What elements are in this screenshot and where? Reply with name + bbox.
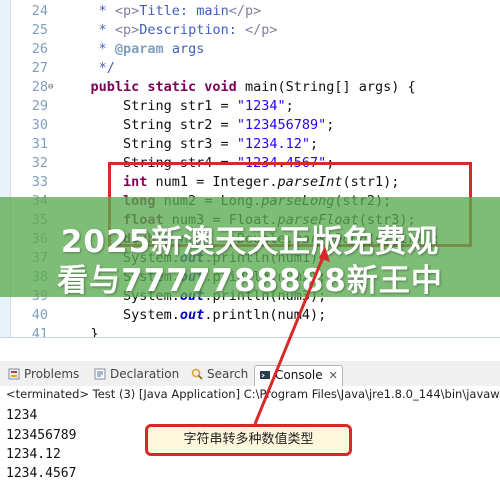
code-line[interactable]: 30 String str2 = "123456789"; xyxy=(10,116,500,135)
code-token: * xyxy=(58,22,115,38)
code-token: public static void xyxy=(58,79,245,95)
code-token: * xyxy=(58,3,115,19)
fold-icon[interactable]: ⊖ xyxy=(48,78,53,97)
console-icon xyxy=(259,368,271,380)
tab-console-label: Console xyxy=(275,368,323,382)
console-output-line: 1234 xyxy=(6,408,38,423)
code-token: "123456789" xyxy=(236,117,327,133)
code-token: Title: main xyxy=(139,3,229,19)
code-line[interactable]: 26 * @param args xyxy=(10,40,500,59)
code-text: String str1 = "1234"; xyxy=(58,97,294,116)
code-token: main(String[] args) { xyxy=(244,79,416,95)
code-text: String str3 = "1234.12"; xyxy=(58,135,318,154)
code-token: ; xyxy=(285,98,294,114)
tab-declaration[interactable]: Declaration xyxy=(94,365,179,386)
line-number: 33 xyxy=(31,174,48,190)
search-icon xyxy=(191,367,203,380)
code-line[interactable]: 28 ⊖ public static void main(String[] arg… xyxy=(10,78,500,97)
code-text: * <p>Description: </p> xyxy=(58,21,278,40)
code-line[interactable]: 27 */ xyxy=(10,59,500,78)
line-number: 24 xyxy=(31,3,48,19)
tab-search-label: Search xyxy=(207,367,249,381)
code-token: String str3 = xyxy=(58,136,237,152)
code-token: String str2 = xyxy=(58,117,237,133)
code-token: out xyxy=(179,307,205,323)
code-token: <p> xyxy=(114,22,140,38)
close-icon[interactable]: ✕ xyxy=(329,369,338,382)
line-number: 31 xyxy=(31,136,48,152)
code-token: ; xyxy=(309,136,319,152)
line-number: 40 xyxy=(31,307,48,323)
code-token: * xyxy=(58,41,115,57)
code-line[interactable]: 40 System.out.println(num4); xyxy=(10,306,500,325)
code-token: "1234.12" xyxy=(236,136,310,152)
code-token: System. xyxy=(58,307,180,323)
code-token: <p> xyxy=(114,3,140,19)
panel-separator xyxy=(0,337,500,362)
annotation-callout: 字符串转多种数值类型 xyxy=(145,424,352,456)
watermark-line-2: 看与7777788888新王中 xyxy=(57,263,443,299)
code-text: * @param args xyxy=(58,40,205,59)
tab-declaration-label: Declaration xyxy=(110,367,180,381)
line-number: 32 xyxy=(31,155,48,171)
console-output-line: 1234.12 xyxy=(6,447,61,462)
code-token: @param xyxy=(114,41,164,57)
problems-icon xyxy=(8,367,20,380)
code-token: String str1 = xyxy=(58,98,237,114)
code-token: </p> xyxy=(228,3,262,19)
code-text: * <p>Title: main</p> xyxy=(58,2,262,21)
code-text: String str2 = "123456789"; xyxy=(58,116,334,135)
code-token: Description: xyxy=(139,22,245,38)
code-token: args xyxy=(163,41,205,57)
code-token: "1234" xyxy=(236,98,286,114)
code-line[interactable]: 31 String str3 = "1234.12"; xyxy=(10,135,500,154)
console-terminated-label: <terminated> Test (3) [Java Application]… xyxy=(6,387,500,401)
code-text: public static void main(String[] args) { xyxy=(58,78,416,97)
code-line[interactable]: 25 * <p>Description: </p> xyxy=(10,21,500,40)
code-token: </p> xyxy=(244,22,278,38)
line-number: 26 xyxy=(31,41,48,57)
code-token: ; xyxy=(326,117,335,133)
line-number: 25 xyxy=(31,22,48,38)
declaration-icon xyxy=(94,367,106,380)
code-text: */ xyxy=(58,59,115,78)
console-output-line: 123456789 xyxy=(6,428,77,443)
console-output-line: 1234.4567 xyxy=(6,466,77,481)
views-tab-bar: Problems Declaration Search Console ✕ xyxy=(0,361,500,387)
code-text: System.out.println(num4); xyxy=(58,306,326,325)
code-token: .println(num4); xyxy=(204,307,327,323)
line-number: 29 xyxy=(31,98,48,114)
code-token: */ xyxy=(58,60,115,76)
line-number: 28 xyxy=(31,79,48,95)
code-line[interactable]: 24 * <p>Title: main</p> xyxy=(10,2,500,21)
line-number: 30 xyxy=(31,117,48,133)
tab-problems-label: Problems xyxy=(24,367,80,381)
tab-search[interactable]: Search xyxy=(191,365,248,386)
tab-problems[interactable]: Problems xyxy=(8,365,79,386)
tab-console[interactable]: Console ✕ xyxy=(254,365,343,387)
code-line[interactable]: 29 String str1 = "1234"; xyxy=(10,97,500,116)
line-number: 27 xyxy=(31,60,48,76)
